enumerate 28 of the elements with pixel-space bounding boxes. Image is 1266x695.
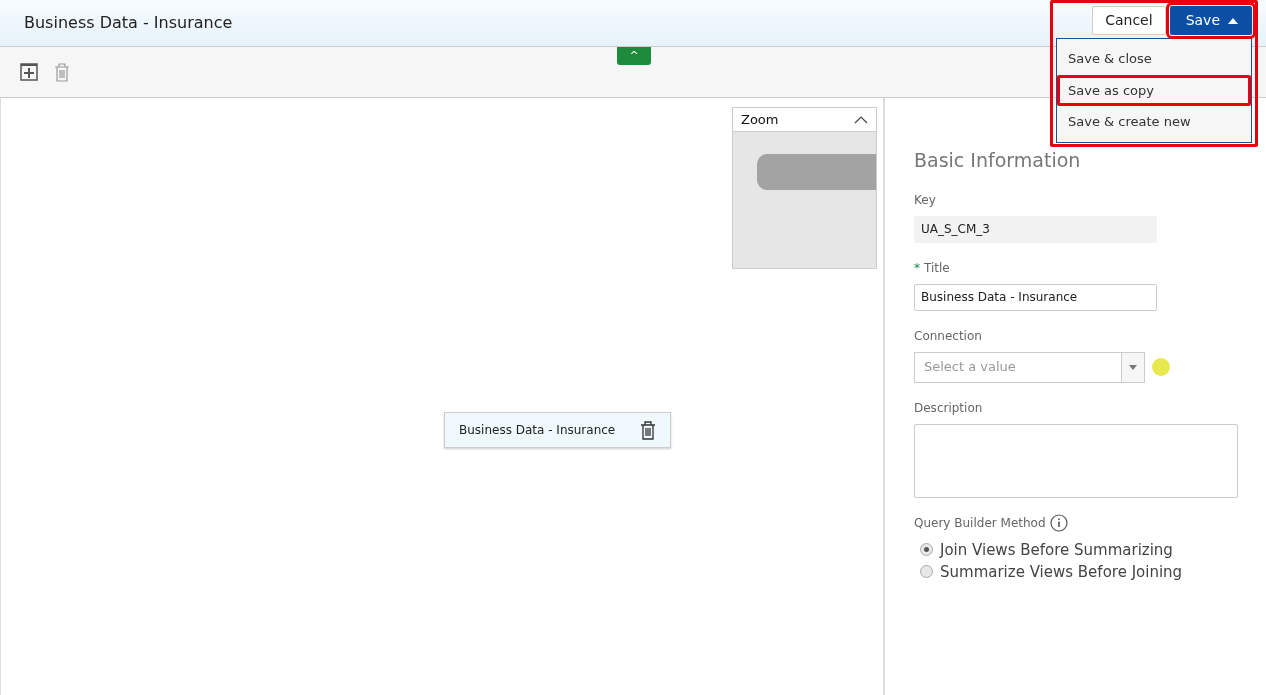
field-label: Title — [924, 259, 950, 277]
page-title: Business Data - Insurance — [24, 12, 233, 34]
required-mark: * — [914, 259, 920, 277]
field-label: Description — [914, 399, 984, 417]
table-node[interactable]: Business Data - Insurance — [444, 412, 671, 448]
field-label: Key — [914, 191, 937, 209]
add-table-icon[interactable] — [20, 63, 38, 81]
field-label: Query Builder Method — [914, 514, 1046, 532]
key-field[interactable]: UA_S_CM_3 — [914, 215, 1157, 243]
collapse-button[interactable]: ^ — [617, 47, 651, 65]
radio-option[interactable]: Join Views Before Summarizing — [914, 538, 1238, 561]
menu-item[interactable]: Save & create new — [1057, 106, 1251, 138]
info-icon[interactable] — [1049, 513, 1068, 532]
zoom-title: Zoom — [741, 110, 779, 129]
radio-option[interactable]: Summarize Views Before Joining — [914, 560, 1238, 583]
description-field[interactable] — [914, 423, 1238, 498]
cancel-button[interactable]: Cancel — [1092, 6, 1166, 35]
dropdown-arrow-icon[interactable] — [1129, 364, 1137, 370]
chevron-icon[interactable] — [854, 115, 868, 124]
menu-item[interactable]: Save as copy — [1057, 74, 1251, 106]
menu-item[interactable]: Save & close — [1057, 43, 1251, 75]
field-label: Connection — [914, 327, 983, 345]
caret-icon — [1228, 17, 1238, 24]
trash-icon[interactable] — [640, 420, 656, 440]
section-heading: Basic Information — [914, 148, 1082, 173]
node-label: Business Data - Insurance — [459, 422, 616, 439]
title-field[interactable]: Business Data - Insurance — [914, 283, 1157, 311]
cursor-highlight — [1152, 358, 1170, 376]
